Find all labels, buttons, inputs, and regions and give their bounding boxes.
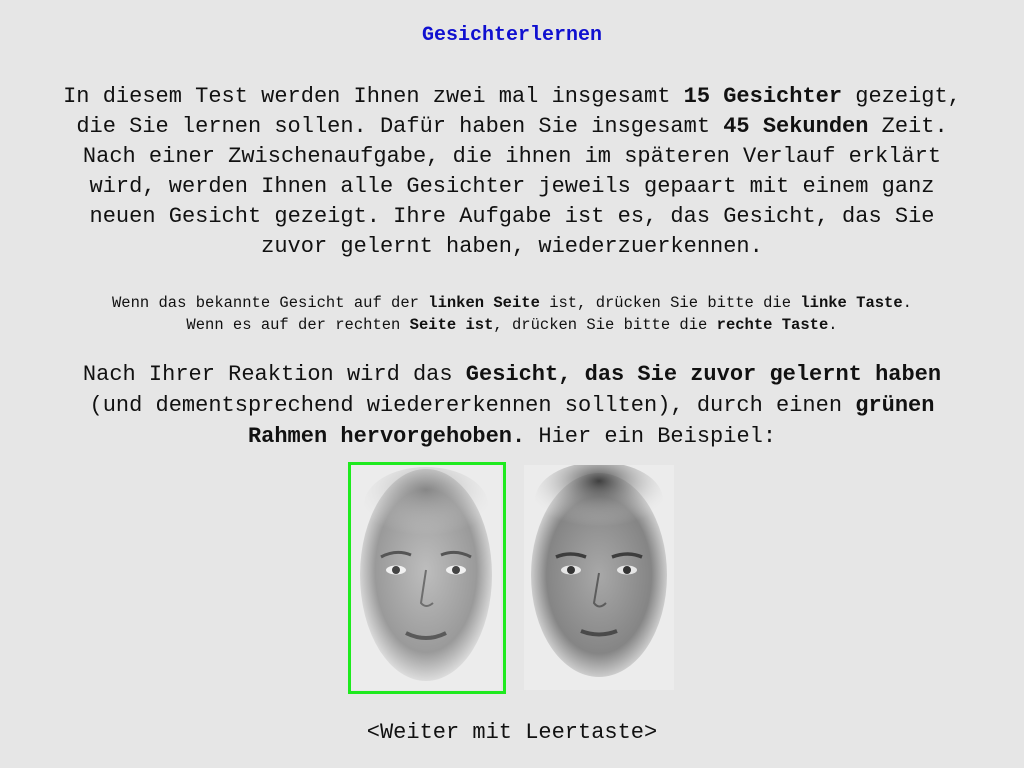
key-line-right: Wenn es auf der rechten Seite ist, drück… — [186, 316, 838, 334]
intro-line-2: die Sie lernen sollen. Dafür haben Sie i… — [76, 114, 948, 139]
reaction-line-3: Rahmen hervorgehoben. Hier ein Beispiel: — [247, 424, 777, 449]
reaction-line-1: Nach Ihrer Reaktion wird das Gesicht, da… — [82, 362, 942, 387]
reaction-line-2: (und dementsprechend wiedererkennen soll… — [89, 393, 935, 418]
intro-line-5: neuen Gesicht gezeigt. Ihre Aufgabe ist … — [89, 204, 935, 229]
intro-line-4: wird, werden Ihnen alle Gesichter jeweil… — [89, 174, 935, 199]
key-line-left: Wenn das bekannte Gesicht auf der linken… — [112, 294, 912, 312]
continue-prompt: <Weiter mit Leertaste> — [366, 720, 658, 745]
key-instructions: Wenn das bekannte Gesicht auf der linken… — [0, 292, 1024, 336]
intro-line-6: zuvor gelernt haben, wiederzuerkennen. — [261, 234, 763, 259]
page-title: Gesichterlernen — [421, 24, 603, 47]
intro-line-1: In diesem Test werden Ihnen zwei mal ins… — [63, 84, 961, 109]
instructions-intro: In diesem Test werden Ihnen zwei mal ins… — [0, 82, 1024, 262]
learned-face-highlight-frame — [348, 462, 506, 694]
face-photo-right — [524, 465, 674, 690]
intro-line-3: Nach einer Zwischenaufgabe, die ihnen im… — [82, 144, 942, 169]
reaction-instructions: Nach Ihrer Reaktion wird das Gesicht, da… — [0, 359, 1024, 452]
example-face-right — [524, 465, 674, 690]
